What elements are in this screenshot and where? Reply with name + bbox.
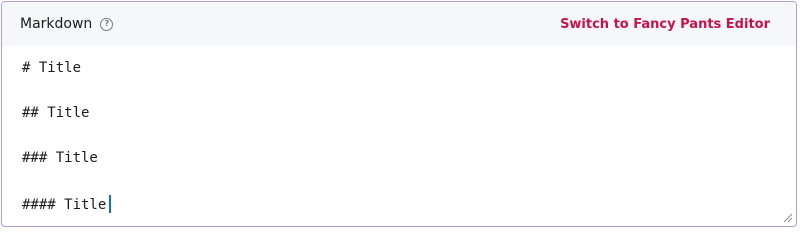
editor-header: Markdown ? Switch to Fancy Pants Editor	[2, 2, 796, 46]
resize-handle-icon[interactable]	[783, 213, 793, 223]
text-line: #### Title	[22, 197, 107, 213]
help-icon[interactable]: ?	[100, 17, 114, 31]
text-line: ### Title	[22, 150, 98, 166]
markdown-editor: Markdown ? Switch to Fancy Pants Editor …	[1, 1, 797, 227]
text-line: ## Title	[22, 105, 90, 121]
text-caret	[109, 195, 112, 213]
editor-mode: Markdown ?	[20, 16, 114, 32]
text-line: # Title	[22, 60, 82, 76]
markdown-textarea[interactable]: # Title ## Title ### Title #### Title	[2, 46, 796, 226]
text-line-with-caret: #### Title	[22, 195, 776, 214]
editor-mode-label: Markdown	[20, 16, 93, 32]
switch-to-fancy-pants-editor-link[interactable]: Switch to Fancy Pants Editor	[560, 17, 770, 32]
